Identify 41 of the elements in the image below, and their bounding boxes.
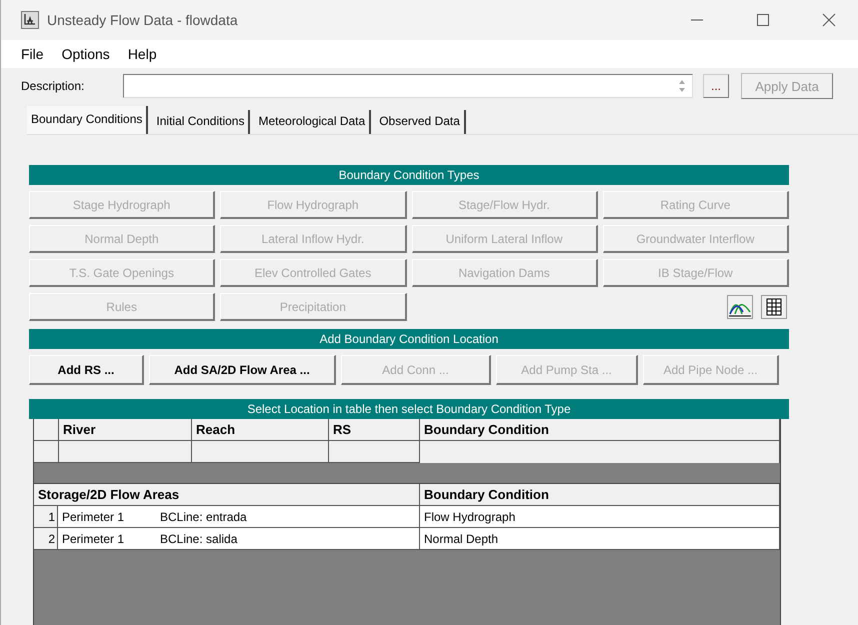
tab[interactable]: Boundary Conditions	[27, 106, 148, 134]
description-label: Description:	[21, 79, 86, 93]
table-icon[interactable]	[761, 295, 787, 319]
row-number: 1	[34, 506, 58, 528]
table-cell[interactable]	[420, 441, 780, 463]
column-header: Reach	[192, 419, 329, 441]
column-header: Boundary Condition	[420, 419, 780, 441]
tab[interactable]: Meteorological Data	[254, 110, 372, 134]
row-selector[interactable]	[34, 441, 59, 463]
table-cell[interactable]	[192, 441, 329, 463]
table-cell: BCLine: entrada	[160, 510, 247, 524]
menu-item[interactable]: Options	[62, 46, 110, 62]
column-header: River	[59, 419, 192, 441]
add-location-button[interactable]: Add RS ...	[29, 355, 144, 385]
column-header: Boundary Condition	[420, 484, 780, 506]
column-header: Storage/2D Flow Areas	[34, 484, 420, 506]
add-location-button[interactable]: Add SA/2D Flow Area ...	[149, 355, 336, 385]
section-header: Add Boundary Condition Location	[29, 329, 789, 349]
tab[interactable]: Initial Conditions	[152, 110, 250, 134]
maximize-icon[interactable]	[756, 13, 770, 27]
tab[interactable]: Observed Data	[375, 110, 466, 134]
table-cell[interactable]: Normal Depth	[420, 528, 780, 550]
table-cell-text: Perimeter 1	[62, 532, 126, 546]
table-cell-text: Perimeter 1	[62, 510, 126, 524]
window-title: Unsteady Flow Data - flowdata	[47, 12, 238, 28]
app-icon	[21, 11, 39, 29]
column-header: RS	[329, 419, 420, 441]
table-cell[interactable]	[59, 441, 192, 463]
chart-icon[interactable]	[727, 295, 753, 319]
menu-item[interactable]: File	[21, 46, 44, 62]
close-icon[interactable]	[822, 13, 836, 27]
table-cell[interactable]: Flow Hydrograph	[420, 506, 780, 528]
more-button[interactable]: ...	[703, 74, 729, 98]
description-field[interactable]	[123, 74, 693, 98]
corner-cell	[34, 419, 59, 441]
table-title: Select Location in table then select Boundary Condition Type	[29, 399, 789, 419]
row-number: 2	[34, 528, 58, 550]
section-header: Boundary Condition Types	[29, 165, 789, 185]
menu-item[interactable]: Help	[128, 46, 157, 62]
table-cell[interactable]	[329, 441, 420, 463]
table-cell: BCLine: salida	[160, 532, 238, 546]
